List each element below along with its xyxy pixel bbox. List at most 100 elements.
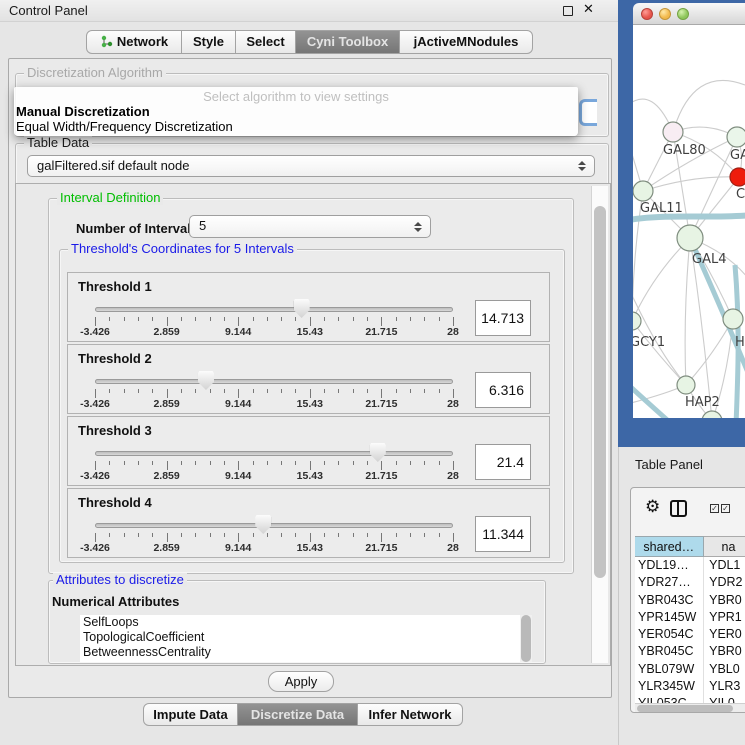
table-row[interactable]: YLR345WYLR3	[635, 678, 745, 695]
close-button-icon[interactable]	[641, 8, 653, 20]
attributes-list-scrollbar[interactable]	[520, 615, 532, 662]
threshold-2-value-field[interactable]: 6.316	[475, 372, 531, 408]
slider-tick-labels: -3.4262.8599.14415.4321.71528	[95, 542, 453, 554]
gear-icon[interactable]: ⚙	[645, 499, 660, 516]
tick-label: 9.144	[208, 470, 268, 482]
slider-track[interactable]	[95, 307, 453, 312]
slider-thumb[interactable]	[255, 515, 271, 534]
column-split-icon[interactable]	[670, 500, 687, 517]
svg-text:GAL4: GAL4	[692, 252, 726, 267]
number-of-intervals-combobox[interactable]: 5	[189, 215, 431, 238]
tick-label: 9.144	[208, 542, 268, 554]
node-h[interactable]	[723, 309, 743, 329]
slider-track[interactable]	[95, 523, 453, 528]
node-gal80[interactable]	[663, 122, 683, 142]
interval-definition-group: Interval Definition Number of Intervals …	[48, 198, 574, 574]
table-panel-box: ⚙ ✓ ✓ shared… na YDL19…YDL1 YDR27…YDR2 Y…	[630, 487, 745, 713]
tab-infer-network[interactable]: Infer Network	[358, 703, 463, 726]
minimize-button-icon[interactable]	[659, 8, 671, 20]
column-header-shared-name[interactable]: shared…	[635, 536, 704, 557]
algorithm-combobox-focus-ring[interactable]	[579, 99, 597, 126]
tick-label: 21.715	[351, 326, 411, 338]
table-data-group-title: Table Data	[24, 136, 92, 150]
tab-style[interactable]: Style	[182, 30, 236, 54]
node-selected-red[interactable]	[730, 168, 745, 186]
column-header-name[interactable]: na	[704, 536, 745, 557]
apply-button[interactable]: Apply	[268, 671, 334, 692]
slider-tick-labels: -3.4262.8599.14415.4321.71528	[95, 326, 453, 338]
tab-select[interactable]: Select	[236, 30, 296, 54]
slider-track[interactable]	[95, 379, 453, 384]
node-attribute-table[interactable]: shared… na YDL19…YDL1 YDR27…YDR2 YBR043C…	[635, 536, 745, 703]
threshold-1-value-field[interactable]: 14.713	[475, 300, 531, 336]
list-item[interactable]: TopologicalCoefficient	[80, 630, 520, 645]
combo-stepper-icon	[414, 216, 424, 237]
control-panel: Control Panel ✕ Network Style Select Cyn…	[0, 0, 620, 745]
tick-label: 21.715	[351, 542, 411, 554]
network-canvas[interactable]: GAL80 GA C GAL11 GAL4 GCY1 H HAP2	[633, 25, 745, 418]
tick-label: 9.144	[208, 398, 268, 410]
slider-thumb[interactable]	[370, 443, 386, 462]
table-row[interactable]: YBR045CYBR0	[635, 643, 745, 660]
float-window-icon[interactable]	[563, 6, 573, 16]
table-row[interactable]: YDL19…YDL1	[635, 557, 745, 574]
list-item[interactable]: SelfLoops	[80, 615, 520, 630]
threshold-3-value-field[interactable]: 21.4	[475, 444, 531, 480]
svg-text:H: H	[735, 335, 745, 350]
threshold-4-value-field[interactable]: 11.344	[475, 516, 531, 552]
table-panel-title: Table Panel	[635, 457, 703, 472]
settings-scroll-container: Interval Definition Number of Intervals …	[15, 183, 611, 666]
numerical-attributes-label: Numerical Attributes	[52, 594, 179, 609]
control-panel-titlebar: Control Panel ✕	[0, 0, 620, 22]
table-row[interactable]: YBR043CYBR0	[635, 592, 745, 609]
tab-jactivemnodules[interactable]: jActiveMNodules	[400, 30, 533, 54]
close-icon[interactable]: ✕	[583, 2, 594, 17]
tick-label: 28	[423, 542, 483, 554]
threshold-1-label: Threshold 1	[78, 279, 152, 294]
thresholds-group-title: Threshold's Coordinates for 5 Intervals	[68, 242, 297, 256]
table-row[interactable]: YDR27…YDR2	[635, 574, 745, 591]
node-gal11[interactable]	[633, 181, 653, 201]
node-gcy1[interactable]	[633, 312, 641, 330]
threshold-1-panel: Threshold 1 14.713 -3.4262.8599.14415.43…	[67, 272, 550, 342]
dropdown-item-manual-discretization[interactable]: Manual Discretization	[16, 104, 150, 119]
svg-text:C: C	[736, 187, 745, 202]
thresholds-group: Threshold's Coordinates for 5 Intervals …	[59, 249, 565, 563]
dropdown-item-equal-width-frequency[interactable]: Equal Width/Frequency Discretization	[16, 119, 233, 134]
tick-label: 15.43	[280, 470, 340, 482]
tab-network[interactable]: Network	[86, 30, 182, 54]
cyni-toolbox-panel: Discretization Algorithm Table Data galF…	[8, 58, 612, 698]
tick-label: -3.426	[65, 542, 125, 554]
table-row[interactable]: YPR145WYPR1	[635, 609, 745, 626]
table-data-group: Table Data galFiltered.sif default node	[15, 143, 609, 187]
settings-vertical-scrollbar[interactable]	[591, 186, 608, 663]
tab-impute-data[interactable]: Impute Data	[143, 703, 238, 726]
tick-label: -3.426	[65, 398, 125, 410]
table-row[interactable]: YBL079WYBL0	[635, 661, 745, 678]
numerical-attributes-list[interactable]: SelfLoops TopologicalCoefficient Between…	[80, 615, 520, 662]
node-gal4[interactable]	[677, 225, 703, 251]
node-hap2[interactable]	[677, 376, 695, 394]
tab-discretize-data[interactable]: Discretize Data	[238, 703, 358, 726]
slider-track[interactable]	[95, 451, 453, 456]
threshold-3-panel: Threshold 3 21.4 -3.4262.8599.14415.4321…	[67, 416, 550, 486]
tab-cyni-toolbox[interactable]: Cyni Toolbox	[296, 30, 400, 54]
table-row[interactable]: YER054CYER0	[635, 626, 745, 643]
svg-text:GCY1: GCY1	[633, 335, 665, 350]
slider-thumb[interactable]	[294, 299, 310, 318]
checkbox-checked-icon[interactable]: ✓	[710, 504, 719, 513]
node-ga[interactable]	[727, 127, 745, 147]
tick-label: 28	[423, 398, 483, 410]
tick-label: 28	[423, 470, 483, 482]
tick-label: 15.43	[280, 542, 340, 554]
network-nodes[interactable]	[633, 122, 745, 418]
list-item[interactable]: BetweennessCentrality	[80, 645, 520, 660]
table-row[interactable]: YIL053CYIL0	[635, 695, 745, 703]
checkbox-checked-icon[interactable]: ✓	[721, 504, 730, 513]
table-header-row: shared… na	[635, 536, 745, 557]
slider-thumb[interactable]	[198, 371, 214, 390]
zoom-button-icon[interactable]	[677, 8, 689, 20]
table-horizontal-scrollbar[interactable]	[635, 703, 745, 712]
table-data-combobox[interactable]: galFiltered.sif default node	[27, 155, 595, 177]
threshold-4-panel: Threshold 4 11.344 -3.4262.8599.14415.43…	[67, 488, 550, 558]
